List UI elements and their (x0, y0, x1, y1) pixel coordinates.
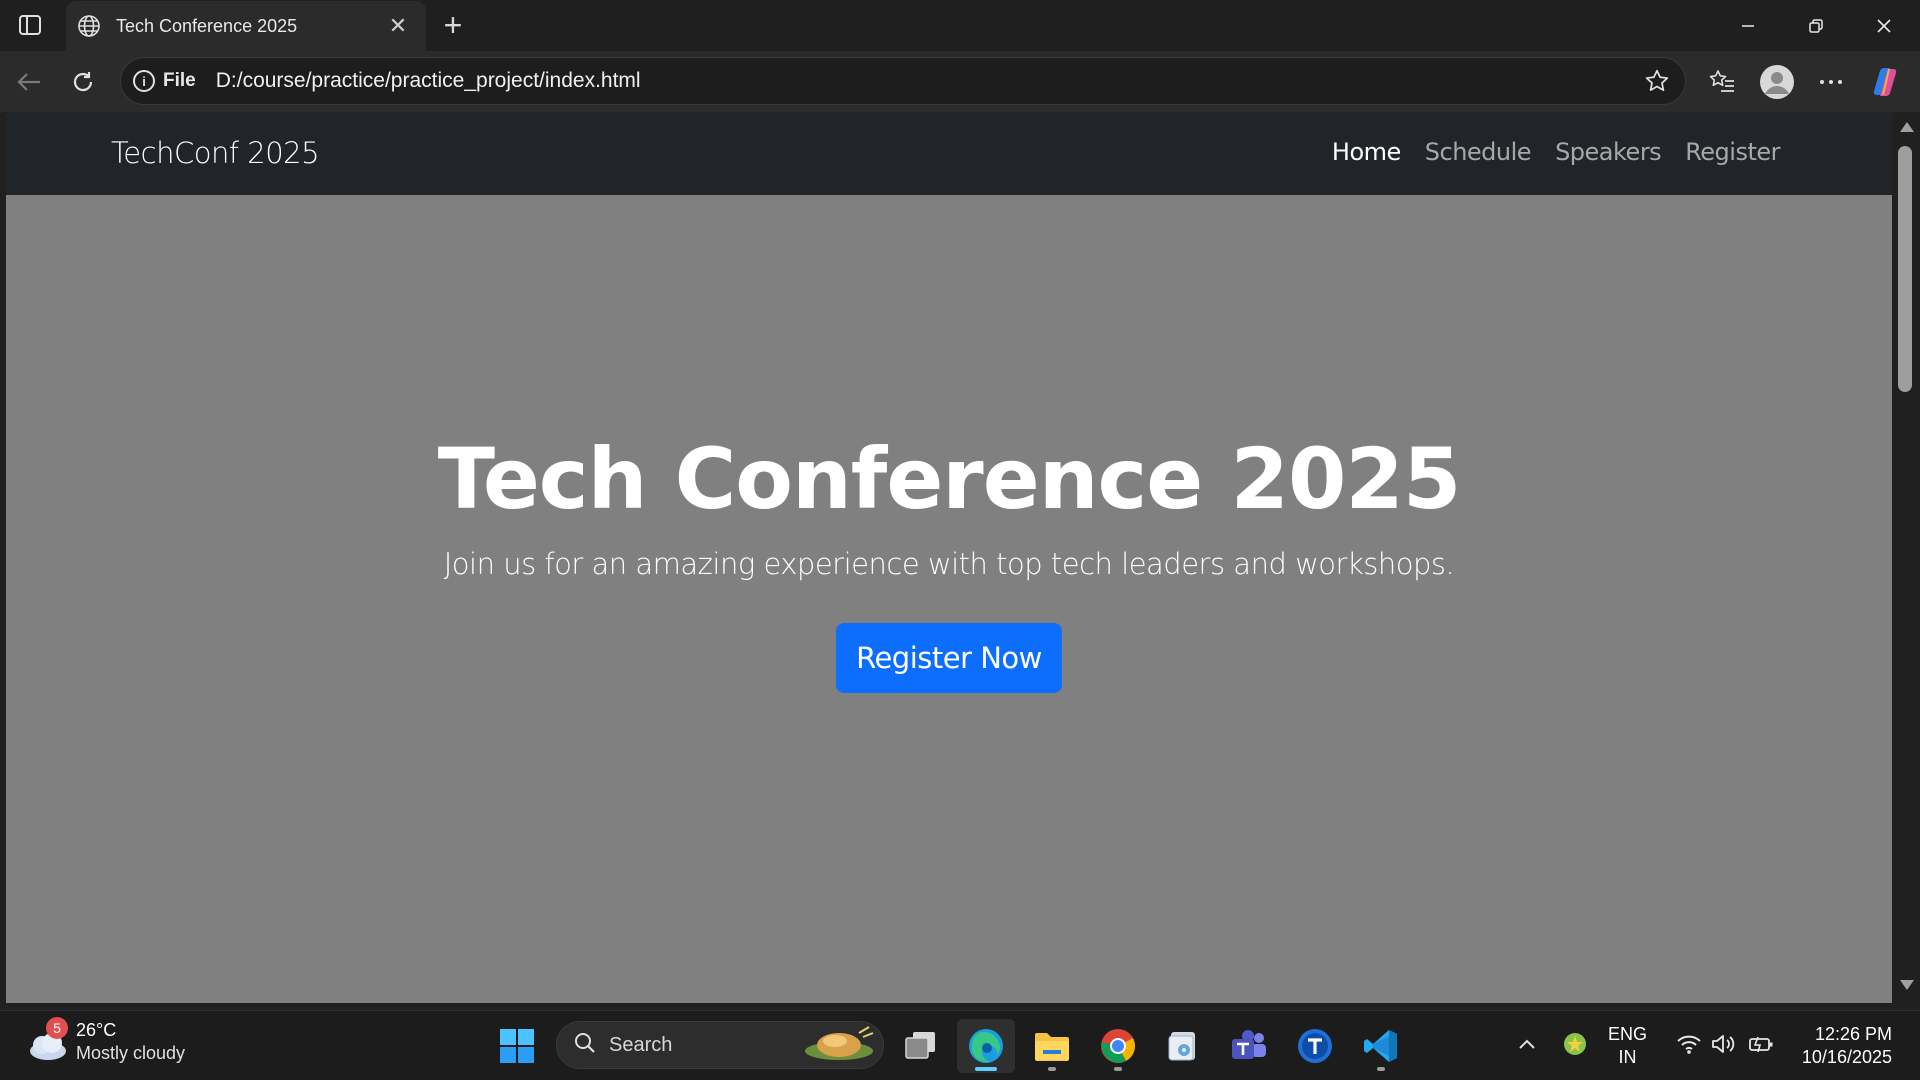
active-app-indicator (975, 1067, 997, 1071)
nav-link-speakers[interactable]: Speakers (1555, 138, 1662, 166)
more-options-icon[interactable] (1810, 61, 1852, 103)
nav-link-register[interactable]: Register (1685, 138, 1780, 166)
scroll-up-arrow-icon[interactable] (1900, 122, 1914, 132)
weather-condition: Mostly cloudy (76, 1043, 186, 1064)
site-navbar: TechConf 2025 Home Schedule Speakers Reg… (6, 112, 1892, 195)
weather-temp: 26°C (76, 1020, 117, 1040)
taskbar-search[interactable]: Search (556, 1021, 884, 1069)
page-viewport: TechConf 2025 Home Schedule Speakers Reg… (6, 112, 1892, 1003)
edge-icon[interactable] (957, 1019, 1015, 1073)
windows-taskbar: 5 26°C Mostly cloudy Search ENG IN 12:26… (0, 1010, 1920, 1080)
chrome-icon[interactable] (1089, 1019, 1147, 1073)
battery-icon[interactable] (1746, 1021, 1776, 1067)
address-scheme: File (163, 70, 196, 91)
cloud-icon: 5 (24, 1017, 70, 1065)
file-explorer-icon[interactable] (1023, 1019, 1081, 1073)
page-scrollbar[interactable] (1892, 112, 1920, 1003)
nav-link-schedule[interactable]: Schedule (1425, 138, 1532, 166)
favorites-icon[interactable] (1701, 61, 1743, 103)
windows-start-icon[interactable] (488, 1019, 546, 1073)
taskbar-clock[interactable]: 12:26 PM 10/16/2025 (1802, 1023, 1892, 1070)
language-indicator[interactable]: ENG IN (1608, 1023, 1647, 1070)
t-app-icon[interactable] (1286, 1019, 1344, 1073)
navbar-links: Home Schedule Speakers Register (1332, 138, 1781, 166)
profile-avatar-icon[interactable] (1756, 61, 1798, 103)
search-highlight-icon (801, 1023, 877, 1068)
tab-strip: Tech Conference 2025 ✕ + (0, 0, 1920, 51)
running-indicator (1377, 1067, 1385, 1071)
register-now-button[interactable]: Register Now (836, 623, 1062, 693)
language-region: IN (1618, 1047, 1637, 1068)
teams-icon[interactable] (1220, 1019, 1278, 1073)
navbar-brand[interactable]: TechConf 2025 (111, 136, 320, 170)
running-indicator (1114, 1067, 1122, 1071)
address-bar[interactable]: i File D:/course/practice/practice_proje… (120, 57, 1686, 105)
browser-toolbar: i File D:/course/practice/practice_proje… (0, 51, 1920, 112)
volume-icon[interactable] (1708, 1021, 1738, 1067)
hero-title: Tech Conference 2025 (437, 430, 1462, 528)
back-arrow-icon[interactable] (10, 63, 48, 101)
running-indicator (1048, 1067, 1056, 1071)
task-view-icon[interactable] (892, 1019, 950, 1073)
language-code: ENG (1608, 1024, 1648, 1044)
new-tab-button[interactable]: + (436, 7, 470, 43)
hero-section: Tech Conference 2025 Join us for an amaz… (6, 195, 1892, 1003)
nav-link-home[interactable]: Home (1332, 138, 1401, 166)
chevron-up-icon[interactable] (1514, 1021, 1540, 1067)
site-info-button[interactable]: i File (133, 70, 196, 92)
star-icon[interactable] (1637, 61, 1677, 101)
search-label: Search (609, 1033, 673, 1056)
globe-icon (76, 13, 102, 39)
tab-title: Tech Conference 2025 (116, 15, 298, 36)
search-icon (573, 1031, 597, 1060)
restore-icon[interactable] (1782, 0, 1850, 51)
wifi-icon[interactable] (1674, 1021, 1704, 1067)
close-window-icon[interactable] (1850, 0, 1918, 51)
minimize-icon[interactable] (1714, 0, 1782, 51)
weather-widget[interactable]: 5 26°C Mostly cloudy (24, 1017, 186, 1066)
vscode-icon[interactable] (1352, 1019, 1410, 1073)
tab-actions-icon[interactable] (12, 10, 48, 40)
scroll-down-arrow-icon[interactable] (1900, 980, 1914, 990)
clock-time: 12:26 PM (1814, 1024, 1892, 1044)
address-url[interactable]: D:/course/practice/practice_project/inde… (216, 69, 1637, 93)
refresh-icon[interactable] (64, 63, 102, 101)
clock-date: 10/16/2025 (1801, 1047, 1892, 1068)
info-icon: i (133, 70, 155, 92)
browser-tab[interactable]: Tech Conference 2025 ✕ (66, 1, 426, 51)
scrollbar-thumb[interactable] (1898, 146, 1912, 392)
close-tab-icon[interactable]: ✕ (384, 12, 412, 40)
copilot-icon[interactable] (1864, 61, 1906, 103)
tray-app-icon[interactable] (1560, 1021, 1590, 1067)
media-player-icon[interactable] (1155, 1019, 1213, 1073)
hero-subtitle: Join us for an amazing experience with t… (443, 547, 1455, 581)
